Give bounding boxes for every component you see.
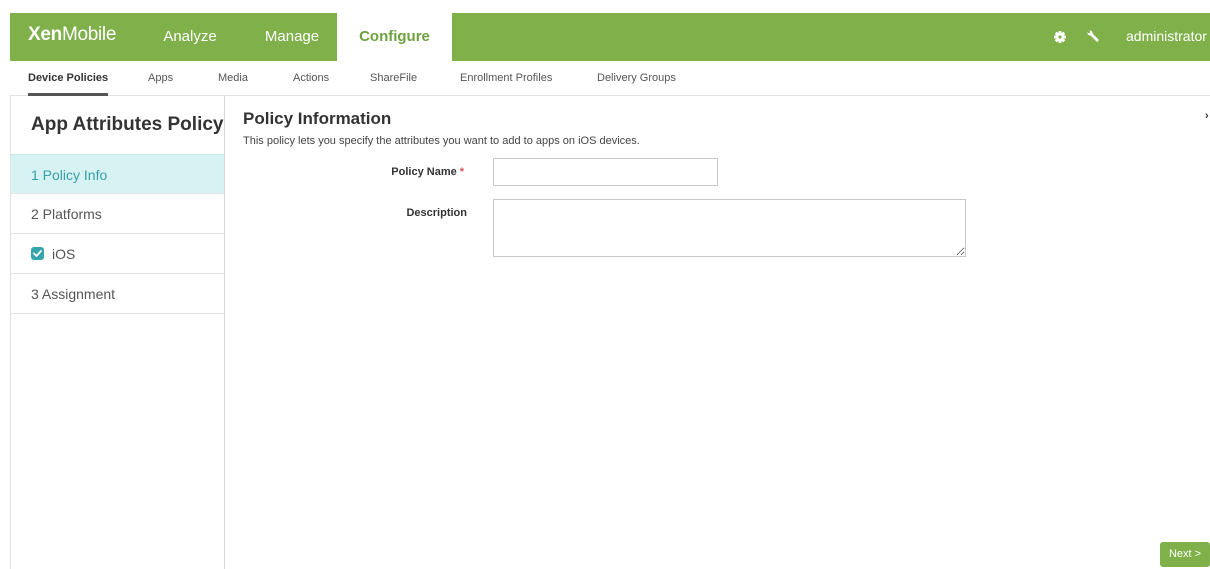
collapse-panel-icon[interactable]: › xyxy=(1205,110,1209,122)
gear-icon[interactable] xyxy=(1051,28,1069,46)
policy-name-label-text: Policy Name xyxy=(391,166,457,178)
step-policy-info[interactable]: 1 Policy Info xyxy=(11,154,224,194)
tab-media[interactable]: Media xyxy=(218,61,248,96)
nav-manage[interactable]: Manage xyxy=(252,13,332,61)
sub-tab-bar: Device Policies Apps Media Actions Share… xyxy=(10,61,1210,96)
brand-bold: Xen xyxy=(28,24,62,45)
user-menu[interactable]: administrator▾ xyxy=(1126,13,1210,61)
required-marker: * xyxy=(459,166,464,178)
ios-label: iOS xyxy=(52,246,76,262)
step-platforms[interactable]: 2 Platforms xyxy=(11,194,224,234)
description-label: Description xyxy=(406,207,467,219)
wrench-icon[interactable] xyxy=(1085,28,1103,46)
top-nav-bar: XenMobile Analyze Manage Configure admin… xyxy=(10,13,1210,61)
platform-ios[interactable]: iOS xyxy=(11,234,224,274)
nav-configure[interactable]: Configure xyxy=(337,13,452,61)
nav-analyze[interactable]: Analyze xyxy=(155,13,225,61)
tab-device-policies[interactable]: Device Policies xyxy=(28,61,109,96)
policy-type-title: App Attributes Policy xyxy=(31,114,224,135)
policy-name-input[interactable] xyxy=(493,158,718,186)
tab-sharefile[interactable]: ShareFile xyxy=(370,61,417,96)
policy-wizard-sidebar: App Attributes Policy 1 Policy Info 2 Pl… xyxy=(10,96,225,569)
tab-delivery-groups[interactable]: Delivery Groups xyxy=(597,61,676,96)
next-button[interactable]: Next > xyxy=(1160,542,1210,567)
policy-name-label: Policy Name * xyxy=(314,166,464,178)
page-title: Policy Information xyxy=(243,109,392,128)
step-assignment[interactable]: 3 Assignment xyxy=(11,274,224,314)
brand-light: Mobile xyxy=(61,24,117,45)
ios-checkbox[interactable] xyxy=(31,246,44,260)
xenmobile-logo[interactable]: XenMobile xyxy=(28,24,116,46)
page-description: This policy lets you specify the attribu… xyxy=(243,135,640,147)
user-name: administrator xyxy=(1126,28,1207,44)
description-textarea[interactable] xyxy=(493,199,966,257)
tab-enrollment-profiles[interactable]: Enrollment Profiles xyxy=(460,61,552,96)
tab-apps[interactable]: Apps xyxy=(148,61,173,96)
tab-actions[interactable]: Actions xyxy=(293,61,329,96)
